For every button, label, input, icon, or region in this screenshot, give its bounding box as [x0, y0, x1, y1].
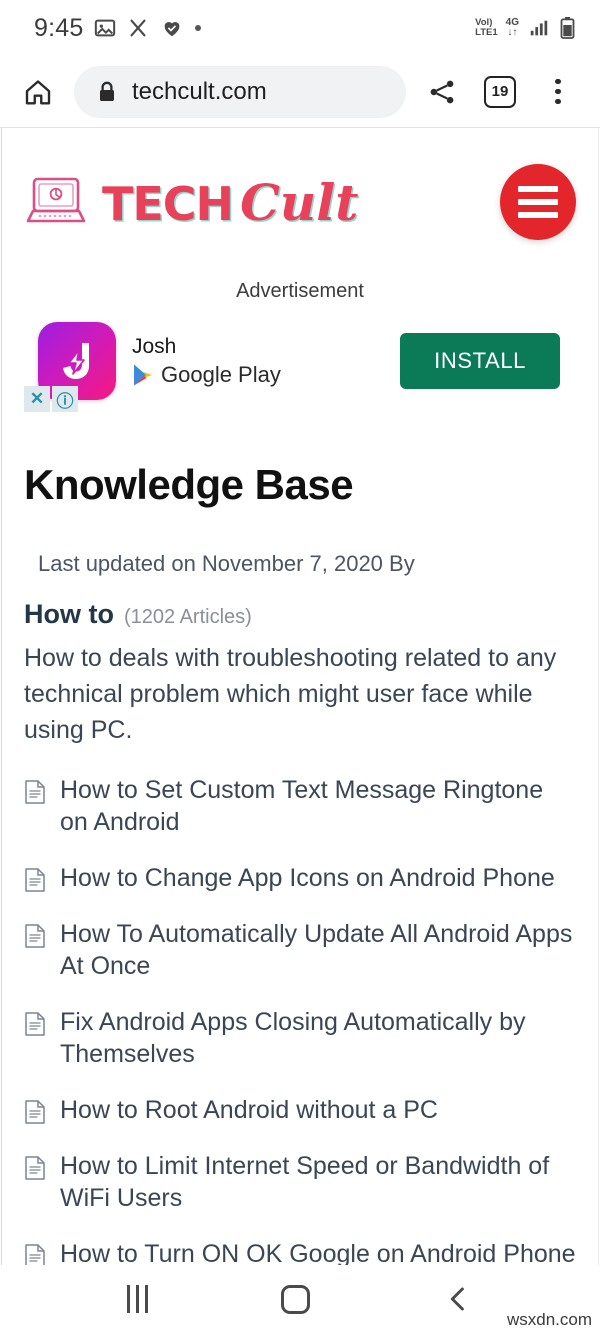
- ad-close-icon[interactable]: ✕: [24, 386, 50, 412]
- list-item[interactable]: How to Turn ON OK Google on Android Phon…: [24, 1238, 576, 1265]
- status-bar: 9:45 Vol) LTE1 4G ↓↑: [0, 0, 600, 56]
- phone-screen: 9:45 Vol) LTE1 4G ↓↑ techcult.com 19 TEC…: [0, 0, 600, 1333]
- list-item[interactable]: How to Limit Internet Speed or Bandwidth…: [24, 1150, 576, 1214]
- category-header: How to (1202 Articles): [24, 599, 576, 630]
- list-item-label: Fix Android Apps Closing Automatically b…: [60, 1008, 526, 1068]
- watermark: wsxdn.com: [506, 1310, 592, 1329]
- url-bar[interactable]: techcult.com: [74, 65, 406, 118]
- list-item[interactable]: How to Set Custom Text Message Ringtone …: [24, 774, 576, 838]
- document-icon: [24, 1012, 46, 1036]
- list-item-label: How to Change App Icons on Android Phone: [60, 864, 555, 892]
- list-item-label: How to Set Custom Text Message Ringtone …: [60, 776, 544, 836]
- heart-check-icon: [160, 17, 184, 39]
- ad-choices-controls[interactable]: ✕ ⓘ: [24, 386, 78, 412]
- kebab-menu-icon: [555, 78, 561, 105]
- list-item[interactable]: Fix Android Apps Closing Automatically b…: [24, 1006, 576, 1070]
- brand-cult: Cult: [240, 172, 359, 232]
- status-time: 9:45: [34, 13, 84, 42]
- ad-store-name: Google Play: [161, 361, 281, 387]
- article-meta: Last updated on November 7, 2020 By: [38, 551, 415, 576]
- webpage-content: TECH Cult Advertisement ✕ ⓘ Josh Google …: [1, 128, 599, 1265]
- tab-count: 19: [484, 75, 516, 108]
- volte-indicator: Vol) LTE1: [475, 16, 498, 38]
- document-icon: [24, 868, 46, 892]
- url-text: techcult.com: [132, 77, 267, 105]
- list-item-label: How to Turn ON OK Google on Android Phon…: [60, 1240, 576, 1265]
- page-title: Knowledge Base: [24, 461, 354, 508]
- ad-icon-wrapper: ✕ ⓘ: [24, 322, 116, 412]
- advertisement-label: Advertisement: [236, 280, 364, 302]
- advertisement-banner[interactable]: ✕ ⓘ Josh Google Play INSTALL: [24, 317, 576, 412]
- list-item-label: How to Limit Internet Speed or Bandwidth…: [60, 1152, 550, 1212]
- recents-icon[interactable]: [126, 1285, 148, 1313]
- home-square-icon[interactable]: [280, 1284, 310, 1314]
- document-icon: [24, 924, 46, 948]
- list-item-label: How to Root Android without a PC: [60, 1096, 438, 1124]
- document-icon: [24, 1100, 46, 1124]
- dot-icon: [195, 25, 202, 31]
- lock-icon: [96, 80, 118, 104]
- laptop-logo-icon: [24, 175, 88, 229]
- back-chevron-icon[interactable]: [443, 1284, 473, 1314]
- brand-wordmark: TECH Cult: [102, 173, 358, 232]
- share-button[interactable]: [420, 70, 464, 114]
- status-bar-right: Vol) LTE1 4G ↓↑: [475, 16, 576, 40]
- home-icon: [23, 77, 53, 107]
- site-header: TECH Cult: [24, 128, 576, 240]
- brand-tech: TECH: [102, 176, 234, 231]
- site-menu-button[interactable]: [500, 164, 576, 240]
- article-list: How to Set Custom Text Message Ringtone …: [24, 774, 576, 1265]
- browser-menu-button[interactable]: [536, 70, 580, 114]
- list-item[interactable]: How to Change App Icons on Android Phone: [24, 862, 576, 894]
- network-type-indicator: 4G ↓↑: [505, 16, 519, 38]
- scissors-icon: [127, 17, 149, 39]
- ad-info-icon[interactable]: ⓘ: [52, 386, 78, 412]
- list-item-label: How To Automatically Update All Android …: [60, 920, 573, 980]
- install-button[interactable]: INSTALL: [400, 333, 560, 389]
- browser-toolbar: techcult.com 19: [0, 56, 600, 128]
- site-logo[interactable]: TECH Cult: [24, 173, 358, 232]
- document-icon: [24, 1156, 46, 1180]
- ad-store-row: Google Play: [132, 362, 281, 388]
- share-icon: [427, 77, 457, 107]
- category-name[interactable]: How to: [24, 599, 114, 630]
- document-icon: [24, 1244, 46, 1265]
- image-icon: [94, 17, 116, 39]
- category-count: (1202 Articles): [123, 606, 252, 628]
- tab-switcher-button[interactable]: 19: [478, 70, 522, 114]
- document-icon: [24, 780, 46, 804]
- status-bar-left: 9:45: [34, 13, 202, 43]
- ad-text-block: Josh Google Play: [132, 335, 281, 388]
- list-item[interactable]: How to Root Android without a PC: [24, 1094, 576, 1126]
- home-button[interactable]: [16, 70, 60, 114]
- signal-bars-icon: [527, 17, 551, 39]
- list-item[interactable]: How To Automatically Update All Android …: [24, 918, 576, 982]
- ad-app-name: Josh: [132, 334, 177, 358]
- android-nav-bar: wsxdn.com: [0, 1265, 600, 1333]
- battery-icon: [559, 16, 576, 40]
- category-description: How to deals with troubleshooting relate…: [24, 644, 557, 744]
- google-play-icon: [132, 363, 154, 387]
